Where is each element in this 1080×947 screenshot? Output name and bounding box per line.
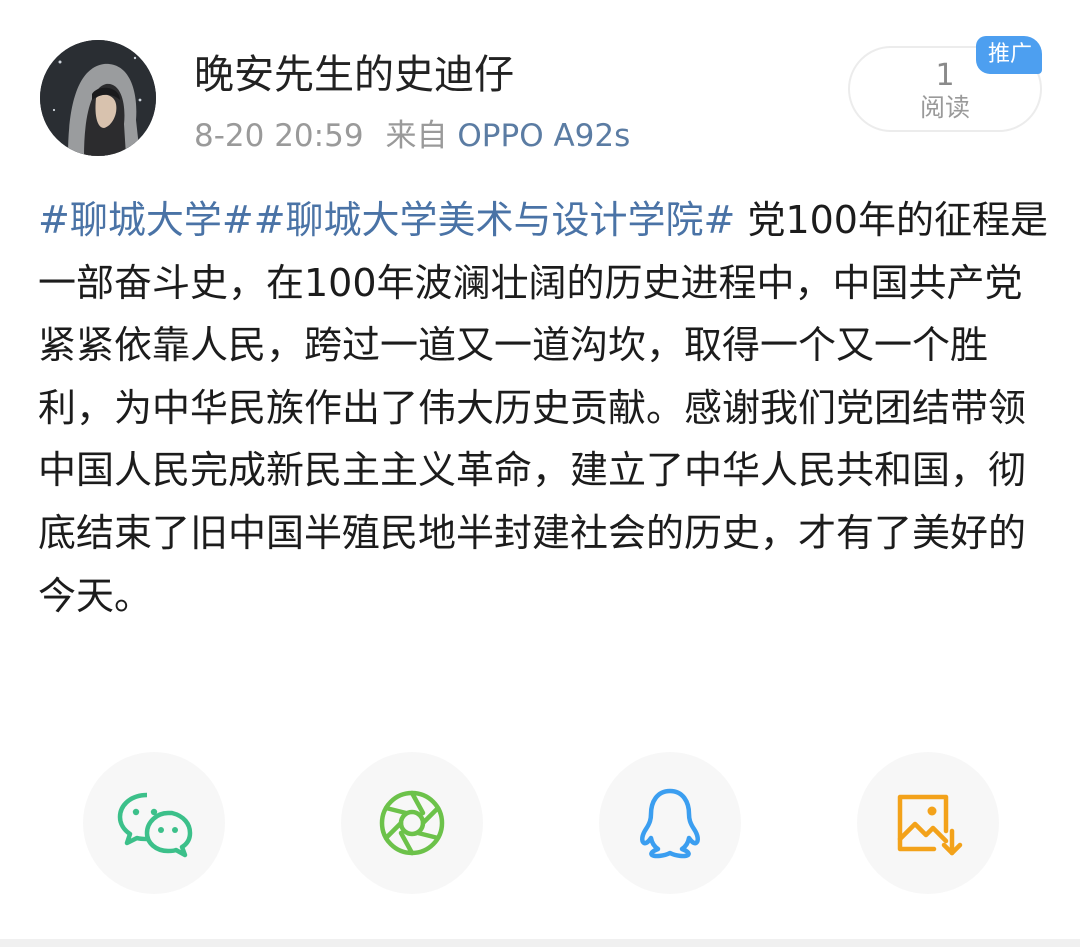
post-body-text: 党100年的征程是一部奋斗史，在100年波澜壮阔的历史进程中，中国共产党紧紧依靠…	[38, 198, 1048, 618]
moments-icon	[379, 790, 445, 856]
username[interactable]: 晚安先生的史迪仔	[194, 48, 514, 102]
post-meta: 8-20 20:59 来自 OPPO A92s	[194, 115, 630, 157]
post-body: #聊城大学##聊城大学美术与设计学院# 党100年的征程是一部奋斗史，在100年…	[38, 189, 1048, 627]
source-prefix: 来自	[385, 118, 448, 154]
promo-badge[interactable]: 推广	[976, 36, 1043, 74]
qq-icon	[640, 788, 700, 859]
save-image-icon	[897, 794, 963, 856]
save-image-button[interactable]	[857, 752, 999, 894]
share-qq-button[interactable]	[599, 752, 741, 894]
device-link[interactable]: OPPO A92s	[457, 118, 630, 154]
avatar[interactable]	[40, 40, 156, 156]
hashtag-link[interactable]: #聊城大学#	[38, 198, 254, 242]
read-label: 阅读	[919, 93, 970, 122]
wechat-icon	[117, 792, 193, 858]
share-wechat-button[interactable]	[83, 752, 225, 894]
bottom-divider	[0, 939, 1080, 947]
hashtag-link[interactable]: #聊城大学美术与设计学院#	[254, 198, 736, 242]
share-moments-button[interactable]	[341, 752, 483, 894]
post-date: 8-20 20:59	[194, 118, 364, 154]
avatar-hooded-person-icon	[40, 40, 156, 156]
